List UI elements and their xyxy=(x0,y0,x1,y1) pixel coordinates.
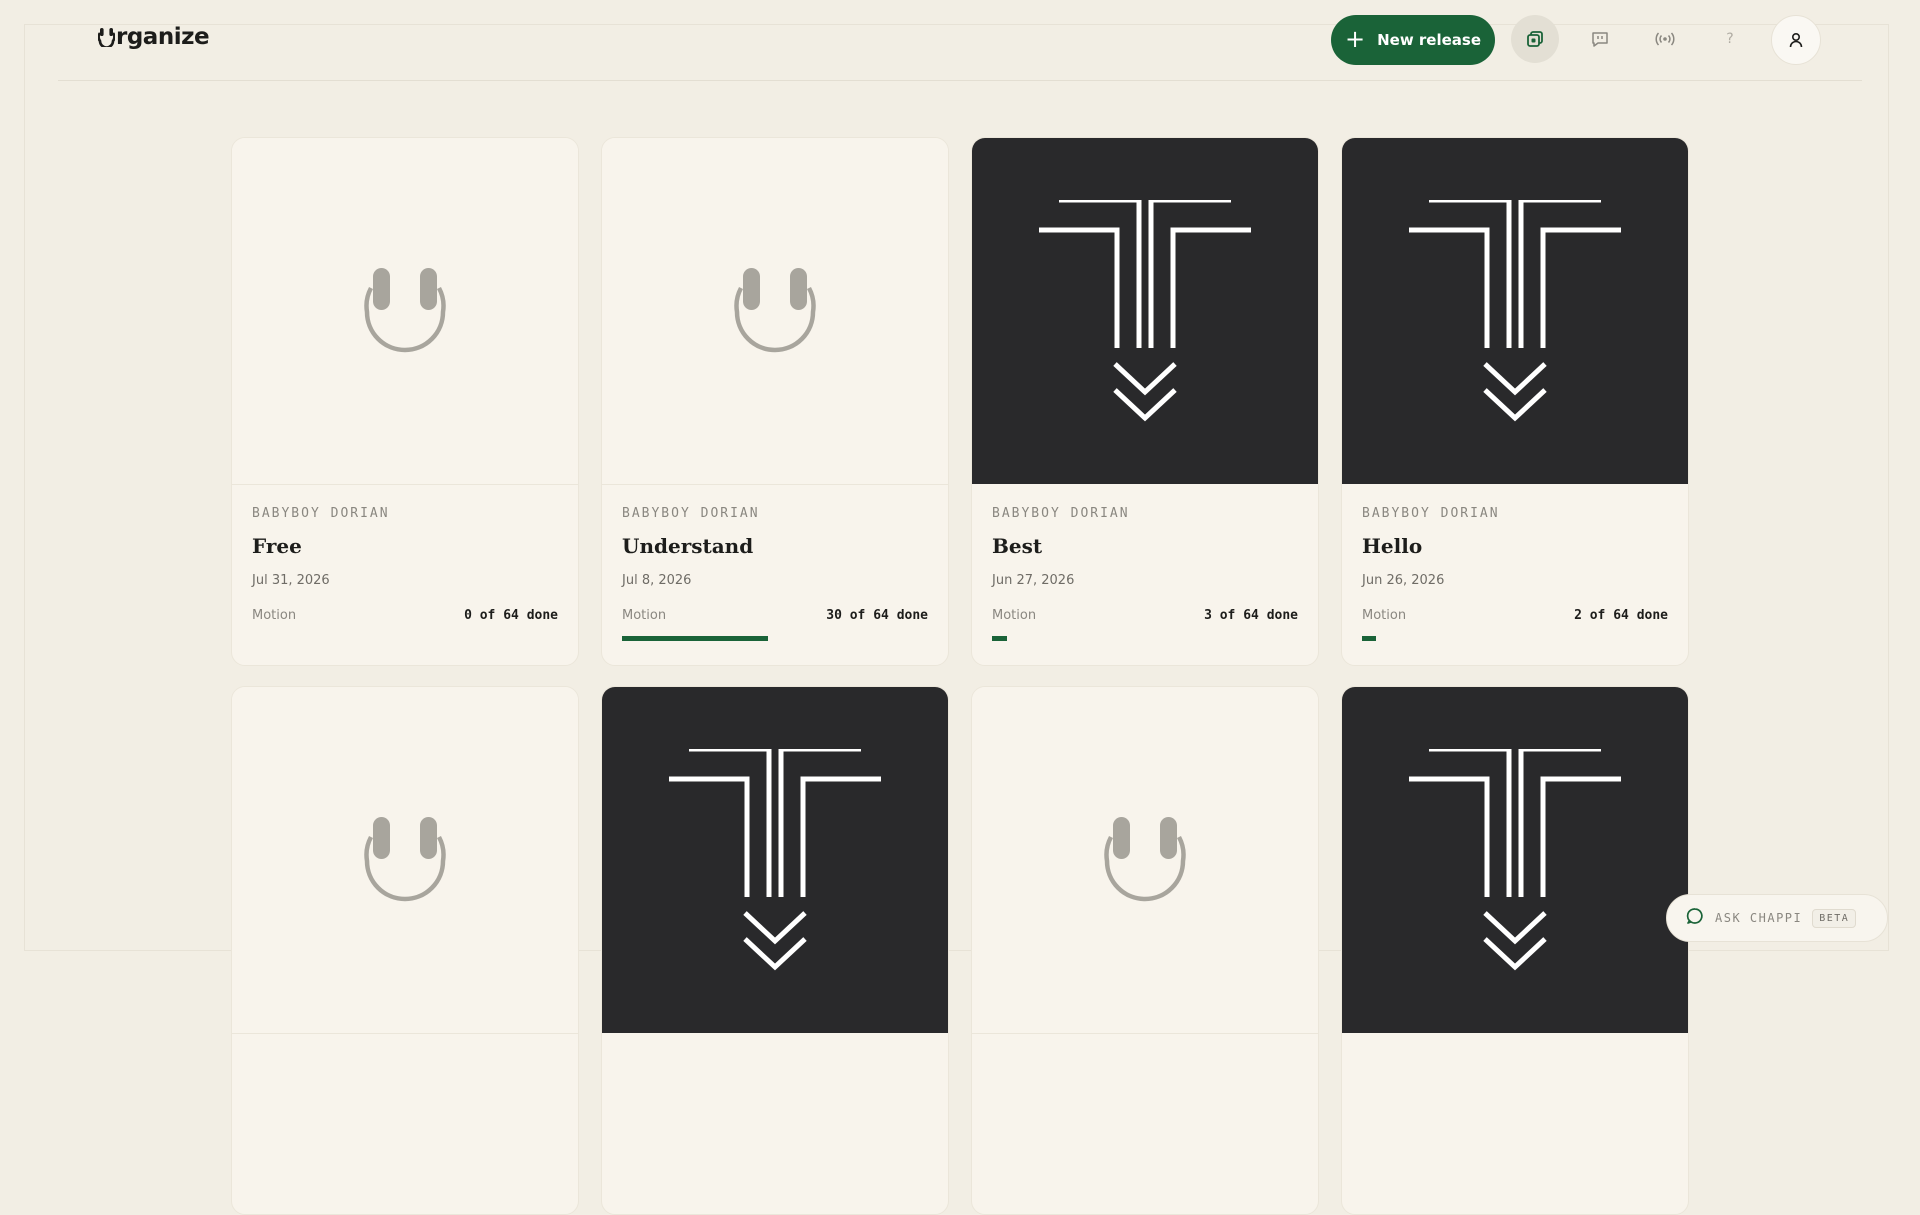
release-category: Motion xyxy=(1362,608,1407,623)
app-logo[interactable]: rganize xyxy=(97,24,210,50)
headphones-placeholder-icon xyxy=(232,687,578,1034)
release-category: Motion xyxy=(992,608,1037,623)
release-category: Motion xyxy=(622,608,667,623)
release-card[interactable] xyxy=(601,686,949,1215)
artist-name: BABYBOY DORIAN xyxy=(992,506,1130,521)
release-date: Jul 31, 2026 xyxy=(252,573,330,588)
t-chevron-artwork xyxy=(972,138,1318,484)
progress-fill xyxy=(992,636,1007,641)
headphones-placeholder-icon xyxy=(972,687,1318,1034)
release-card[interactable] xyxy=(231,686,579,1215)
profile-button[interactable] xyxy=(1771,15,1821,65)
progress-fill xyxy=(1362,636,1376,641)
ask-chappi-label: ASK CHAPPI xyxy=(1715,911,1803,925)
artist-name: BABYBOY DORIAN xyxy=(252,506,390,521)
chat-bubble-icon xyxy=(1685,906,1705,930)
progress-fill xyxy=(622,636,768,641)
header-divider xyxy=(58,80,1862,81)
plus-icon: + xyxy=(1344,25,1366,53)
release-title: Understand xyxy=(622,534,754,558)
releases-icon xyxy=(1526,30,1544,48)
feedback-button[interactable] xyxy=(1576,15,1624,63)
tasks-done-count: 3 of 64 done xyxy=(1204,608,1298,623)
new-release-button[interactable]: + New release xyxy=(1331,15,1495,65)
headphones-u-icon xyxy=(97,27,116,49)
releases-button[interactable] xyxy=(1511,15,1559,63)
headphones-placeholder-icon xyxy=(232,138,578,485)
release-card[interactable]: BABYBOY DORIAN Free Jul 31, 2026 Motion 0 of… xyxy=(231,137,579,666)
broadcast-button[interactable] xyxy=(1641,15,1689,63)
new-release-label: New release xyxy=(1377,31,1482,49)
ask-chappi-button[interactable]: ASK CHAPPI BETA xyxy=(1666,894,1888,942)
profile-icon xyxy=(1787,31,1805,49)
release-title: Best xyxy=(992,534,1043,558)
tasks-done-count: 30 of 64 done xyxy=(826,608,928,623)
logo-text: rganize xyxy=(116,24,210,50)
broadcast-icon xyxy=(1655,30,1675,48)
tasks-done-count: 2 of 64 done xyxy=(1574,608,1668,623)
headphones-placeholder-icon xyxy=(602,138,948,485)
release-date: Jul 8, 2026 xyxy=(622,573,692,588)
t-chevron-artwork xyxy=(1342,138,1688,484)
release-date: Jun 27, 2026 xyxy=(992,573,1075,588)
tasks-done-count: 0 of 64 done xyxy=(464,608,558,623)
artist-name: BABYBOY DORIAN xyxy=(622,506,760,521)
help-icon: ? xyxy=(1726,31,1734,47)
artist-name: BABYBOY DORIAN xyxy=(1362,506,1500,521)
beta-badge: BETA xyxy=(1812,908,1857,928)
release-title: Free xyxy=(252,534,302,558)
progress-bar xyxy=(992,636,1298,641)
release-card[interactable] xyxy=(971,686,1319,1215)
release-date: Jun 26, 2026 xyxy=(1362,573,1445,588)
t-chevron-artwork xyxy=(1342,687,1688,1033)
release-card[interactable]: BABYBOY DORIAN Understand Jul 8, 2026 Motio… xyxy=(601,137,949,666)
feedback-icon xyxy=(1591,30,1609,48)
release-card[interactable] xyxy=(1341,686,1689,1215)
progress-bar xyxy=(622,636,928,641)
release-card[interactable]: BABYBOY DORIAN Best Jun 27, 2026 Motion 3 of… xyxy=(971,137,1319,666)
t-chevron-artwork xyxy=(602,687,948,1033)
help-button[interactable]: ? xyxy=(1706,15,1754,63)
release-card[interactable]: BABYBOY DORIAN Hello Jun 26, 2026 Motion 2 o… xyxy=(1341,137,1689,666)
progress-bar xyxy=(252,636,558,641)
release-title: Hello xyxy=(1362,534,1423,558)
release-category: Motion xyxy=(252,608,297,623)
progress-bar xyxy=(1362,636,1668,641)
